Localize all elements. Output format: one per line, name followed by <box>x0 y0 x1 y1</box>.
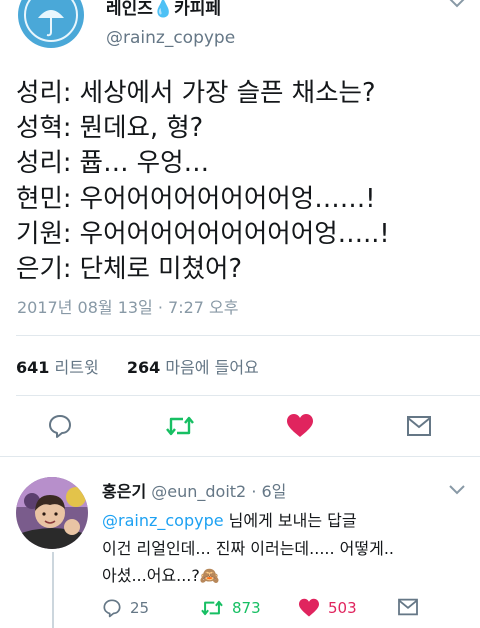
tweet-line: 은기: 단체로 미쳤어? <box>16 253 243 284</box>
reply-icon <box>103 599 121 618</box>
reply-retweet-button[interactable]: 873 <box>200 598 261 618</box>
reply-text-line: 아셨...어요...?🙈 <box>102 566 220 585</box>
umbrella-icon <box>38 10 64 37</box>
reply-icon <box>49 415 71 438</box>
author-name-suffix: 카피페 <box>174 0 222 19</box>
like-button[interactable] <box>284 410 316 442</box>
tweet-timestamp: 2017년 08월 13일 · 7:27 오후 <box>17 298 239 317</box>
reply-like-button[interactable]: 503 <box>298 598 357 618</box>
tweet-line: 성리: 퓹… 우엉… <box>16 148 210 179</box>
author-name-prefix: 레인즈 <box>106 0 153 19</box>
mail-icon <box>407 416 431 436</box>
divider <box>16 395 480 396</box>
chevron-down-icon[interactable] <box>448 0 466 10</box>
tweet-header: 레인즈💧카피페 @rainz_copype <box>0 0 480 62</box>
reply-to-mention[interactable]: @rainz_copype <box>102 511 224 530</box>
reply-author-avatar[interactable] <box>16 477 88 549</box>
reply-author-name[interactable]: 홍은기 <box>102 482 146 501</box>
avatar-photo <box>16 477 88 549</box>
author-avatar[interactable] <box>18 0 84 48</box>
reply-button[interactable] <box>44 410 76 442</box>
tweet-line: 성혁: 뭔데요, 형? <box>16 113 204 144</box>
reply-to-line: @rainz_copype 님에게 보내는 답글 <box>102 507 357 531</box>
likes-count[interactable]: 264 <box>127 358 160 377</box>
reply-text: 이건 리얼인데... 진짜 이러는데..... 어떻게.. 아셨...어요...… <box>102 535 394 589</box>
heart-icon <box>287 414 313 437</box>
reply-time: · 6일 <box>251 482 287 501</box>
heart-icon <box>299 598 319 617</box>
reply-author-handle[interactable]: @eun_doit2 <box>151 482 246 501</box>
reply-retweet-count: 873 <box>232 599 261 617</box>
likes-label[interactable]: 마음에 들어요 <box>165 358 258 377</box>
reply-header: 홍은기 @eun_doit2 · 6일 <box>102 478 286 502</box>
divider <box>16 335 480 336</box>
mail-icon <box>398 598 418 616</box>
reply-dm-button[interactable] <box>397 598 427 616</box>
tweet-line: 기원: 우어어어어어어어어어엉…..! <box>16 218 390 249</box>
retweet-icon <box>166 416 194 436</box>
tweet-line: 현민: 우어어어어어어어어엉……! <box>16 183 376 214</box>
retweets-label[interactable]: 리트윗 <box>55 358 99 377</box>
retweet-icon <box>201 600 223 616</box>
author-display-name[interactable]: 레인즈💧카피페 <box>106 0 221 19</box>
reply-text-line: 이건 리얼인데... 진짜 이러는데..... 어떻게.. <box>102 539 395 558</box>
tweet-text: 성리: 세상에서 가장 슬픈 채소는? 성혁: 뭔데요, 형? 성리: 퓹… 우… <box>16 76 476 287</box>
droplet-emoji: 💧 <box>152 0 175 19</box>
retweets-count[interactable]: 641 <box>16 358 49 377</box>
author-handle[interactable]: @rainz_copype <box>106 28 235 48</box>
reply-reply-count: 25 <box>130 599 150 617</box>
divider <box>0 456 480 457</box>
direct-message-button[interactable] <box>403 410 435 442</box>
reply-reply-button[interactable]: 25 <box>102 598 149 618</box>
thread-line <box>52 552 54 628</box>
retweet-button[interactable] <box>164 410 196 442</box>
tweet-line: 성리: 세상에서 가장 슬픈 채소는? <box>16 78 376 108</box>
engagement-stats: 641 리트윗 264 마음에 들어요 <box>16 354 259 378</box>
reply-to-suffix: 님에게 보내는 답글 <box>223 511 357 530</box>
chevron-down-icon[interactable] <box>448 484 466 496</box>
reply-like-count: 503 <box>328 599 357 617</box>
